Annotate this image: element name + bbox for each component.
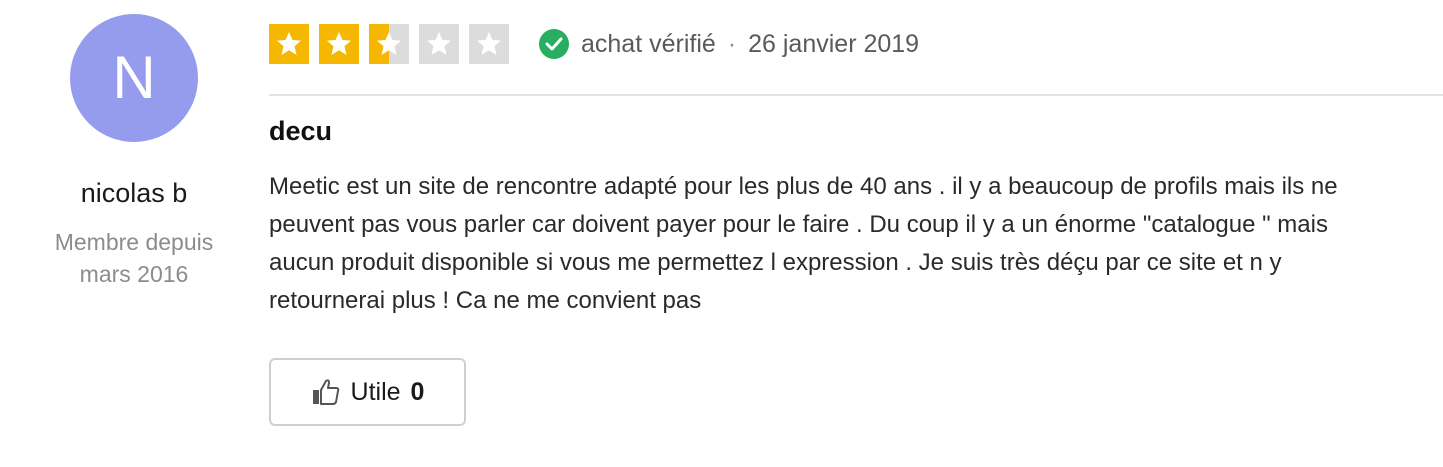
star-icon xyxy=(469,24,509,64)
verified-purchase: achat vérifié · 26 janvier 2019 xyxy=(539,29,919,59)
star-icon xyxy=(419,24,459,64)
check-circle-icon xyxy=(539,29,569,59)
rating-row: achat vérifié · 26 janvier 2019 xyxy=(269,24,919,64)
separator-dot: · xyxy=(727,29,737,58)
reviewer-panel: N nicolas b Membre depuis mars 2016 xyxy=(0,0,268,467)
avatar: N xyxy=(70,14,198,142)
star-icon xyxy=(269,24,309,64)
star-icon xyxy=(369,24,409,64)
divider xyxy=(269,94,1443,96)
star-rating xyxy=(269,24,519,64)
useful-button[interactable]: Utile 0 xyxy=(269,358,466,426)
verified-label: achat vérifié xyxy=(581,29,716,58)
thumbs-up-icon xyxy=(311,377,341,407)
review-title: decu xyxy=(269,116,333,146)
member-since: Membre depuis mars 2016 xyxy=(54,229,214,287)
review-body: Meetic est un site de rencontre adapté p… xyxy=(269,173,1338,314)
useful-count: 0 xyxy=(410,377,425,406)
useful-label: Utile xyxy=(350,377,401,406)
review-panel: achat vérifié · 26 janvier 2019 decu Mee… xyxy=(269,0,1443,467)
review-date: 26 janvier 2019 xyxy=(748,29,920,58)
reviewer-name[interactable]: nicolas b xyxy=(0,178,268,209)
star-icon xyxy=(319,24,359,64)
